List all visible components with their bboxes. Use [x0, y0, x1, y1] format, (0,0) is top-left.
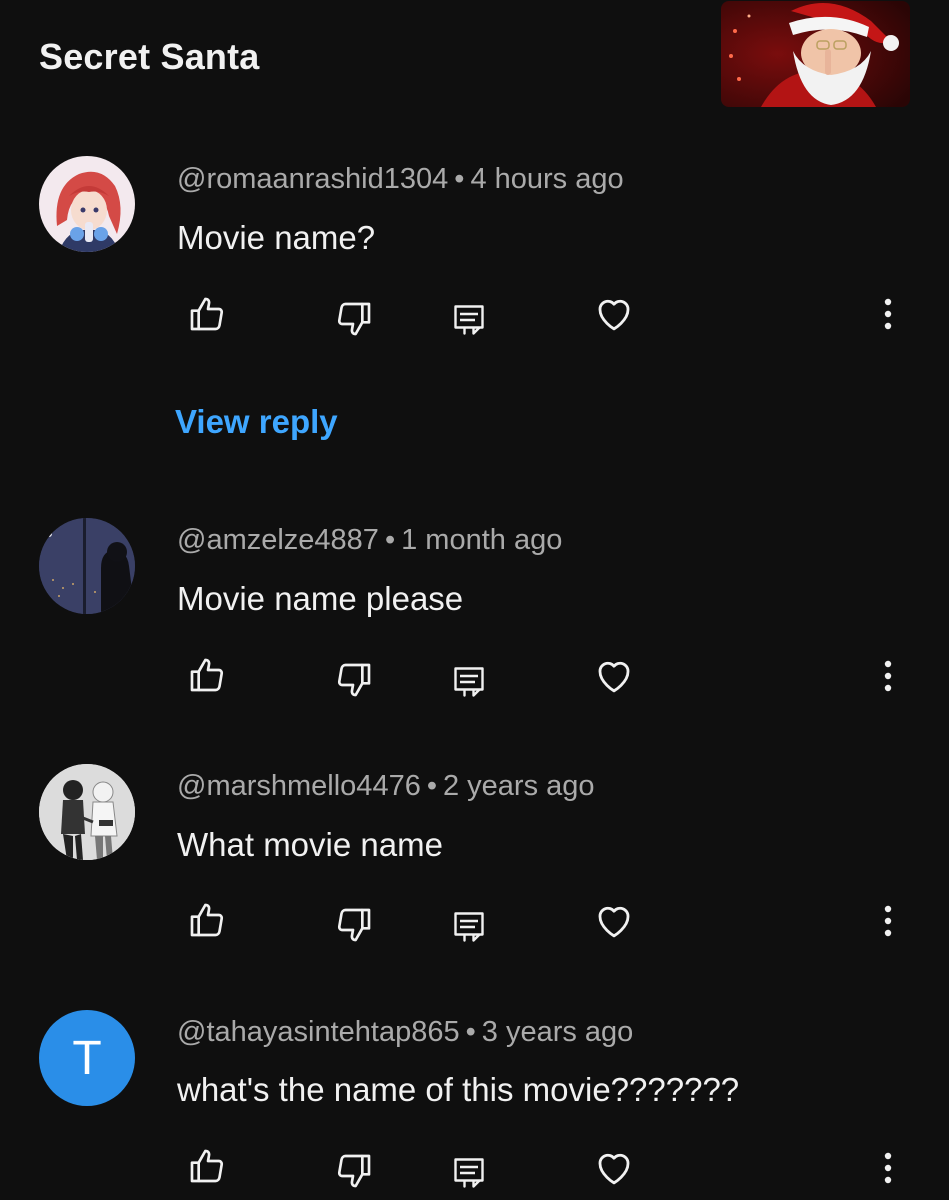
- reply-button[interactable]: [447, 298, 491, 342]
- reply-button[interactable]: [447, 660, 491, 704]
- heart-button[interactable]: [592, 1146, 636, 1190]
- comment-author[interactable]: @romaanrashid1304: [177, 163, 448, 195]
- video-title: Secret Santa: [39, 36, 260, 77]
- heart-icon: [598, 1153, 630, 1185]
- meta-separator: •: [426, 770, 437, 802]
- comment-meta: @amzelze4887 • 1 month ago: [177, 524, 562, 557]
- heart-button[interactable]: [592, 292, 636, 336]
- heart-icon: [598, 661, 630, 693]
- comment-time: 1 month ago: [401, 524, 563, 556]
- comment-meta: @tahayasintehtap865 • 3 years ago: [177, 1016, 633, 1049]
- avatar[interactable]: T: [39, 1010, 135, 1106]
- video-thumbnail[interactable]: [721, 1, 910, 107]
- thumbs-up-icon: [190, 1149, 224, 1183]
- comment-author[interactable]: @tahayasintehtap865: [177, 1016, 460, 1048]
- thumbs-down-icon: [337, 1154, 371, 1188]
- more-options-button[interactable]: [866, 654, 910, 698]
- more-vertical-icon: [884, 298, 892, 330]
- like-button[interactable]: [185, 653, 229, 697]
- dislike-button[interactable]: [332, 658, 376, 702]
- comments-screen: Secret Santa @romaanrashid1304 • 4 hours…: [0, 0, 949, 1200]
- more-vertical-icon: [884, 905, 892, 937]
- reply-icon: [454, 912, 484, 942]
- reply-icon: [454, 305, 484, 335]
- heart-icon: [598, 299, 630, 331]
- comment-text: What movie name: [177, 826, 443, 863]
- comment-text: Movie name please: [177, 580, 464, 617]
- more-options-button[interactable]: [866, 899, 910, 943]
- thumbs-down-icon: [337, 663, 371, 697]
- reply-button[interactable]: [447, 905, 491, 949]
- thumbs-down-icon: [337, 302, 371, 336]
- heart-button[interactable]: [592, 899, 636, 943]
- more-vertical-icon: [884, 1152, 892, 1184]
- avatar[interactable]: [39, 156, 135, 252]
- avatar[interactable]: [39, 518, 135, 614]
- more-options-button[interactable]: [866, 292, 910, 336]
- reply-icon: [454, 667, 484, 697]
- comment-author[interactable]: @marshmello4476: [177, 770, 421, 802]
- comment-time: 4 hours ago: [470, 163, 624, 195]
- heart-icon: [598, 906, 630, 938]
- thumbs-up-icon: [190, 297, 224, 331]
- dislike-button[interactable]: [332, 297, 376, 341]
- meta-separator: •: [454, 163, 465, 195]
- heart-button[interactable]: [592, 654, 636, 698]
- more-options-button[interactable]: [866, 1146, 910, 1190]
- like-button[interactable]: [185, 1144, 229, 1188]
- view-reply-link[interactable]: View reply: [175, 403, 338, 441]
- comment-text: Movie name?: [177, 219, 376, 256]
- comment-meta: @romaanrashid1304 • 4 hours ago: [177, 163, 624, 196]
- meta-separator: •: [384, 524, 396, 556]
- thumbs-up-icon: [190, 903, 224, 937]
- comment-author[interactable]: @amzelze4887: [177, 524, 379, 556]
- reply-button[interactable]: [447, 1151, 491, 1195]
- comment-meta: @marshmello4476 • 2 years ago: [177, 770, 595, 803]
- reply-icon: [454, 1158, 484, 1188]
- comment-time: 2 years ago: [442, 770, 595, 802]
- like-button[interactable]: [185, 292, 229, 336]
- dislike-button[interactable]: [332, 1149, 376, 1193]
- dislike-button[interactable]: [332, 903, 376, 947]
- more-vertical-icon: [884, 660, 892, 692]
- comment-time: 3 years ago: [481, 1016, 634, 1048]
- meta-separator: •: [465, 1016, 476, 1048]
- avatar[interactable]: [39, 764, 135, 860]
- thumbs-up-icon: [190, 658, 224, 692]
- comment-text: what's the name of this movie???????: [177, 1071, 740, 1108]
- thumbs-down-icon: [337, 908, 371, 942]
- like-button[interactable]: [185, 898, 229, 942]
